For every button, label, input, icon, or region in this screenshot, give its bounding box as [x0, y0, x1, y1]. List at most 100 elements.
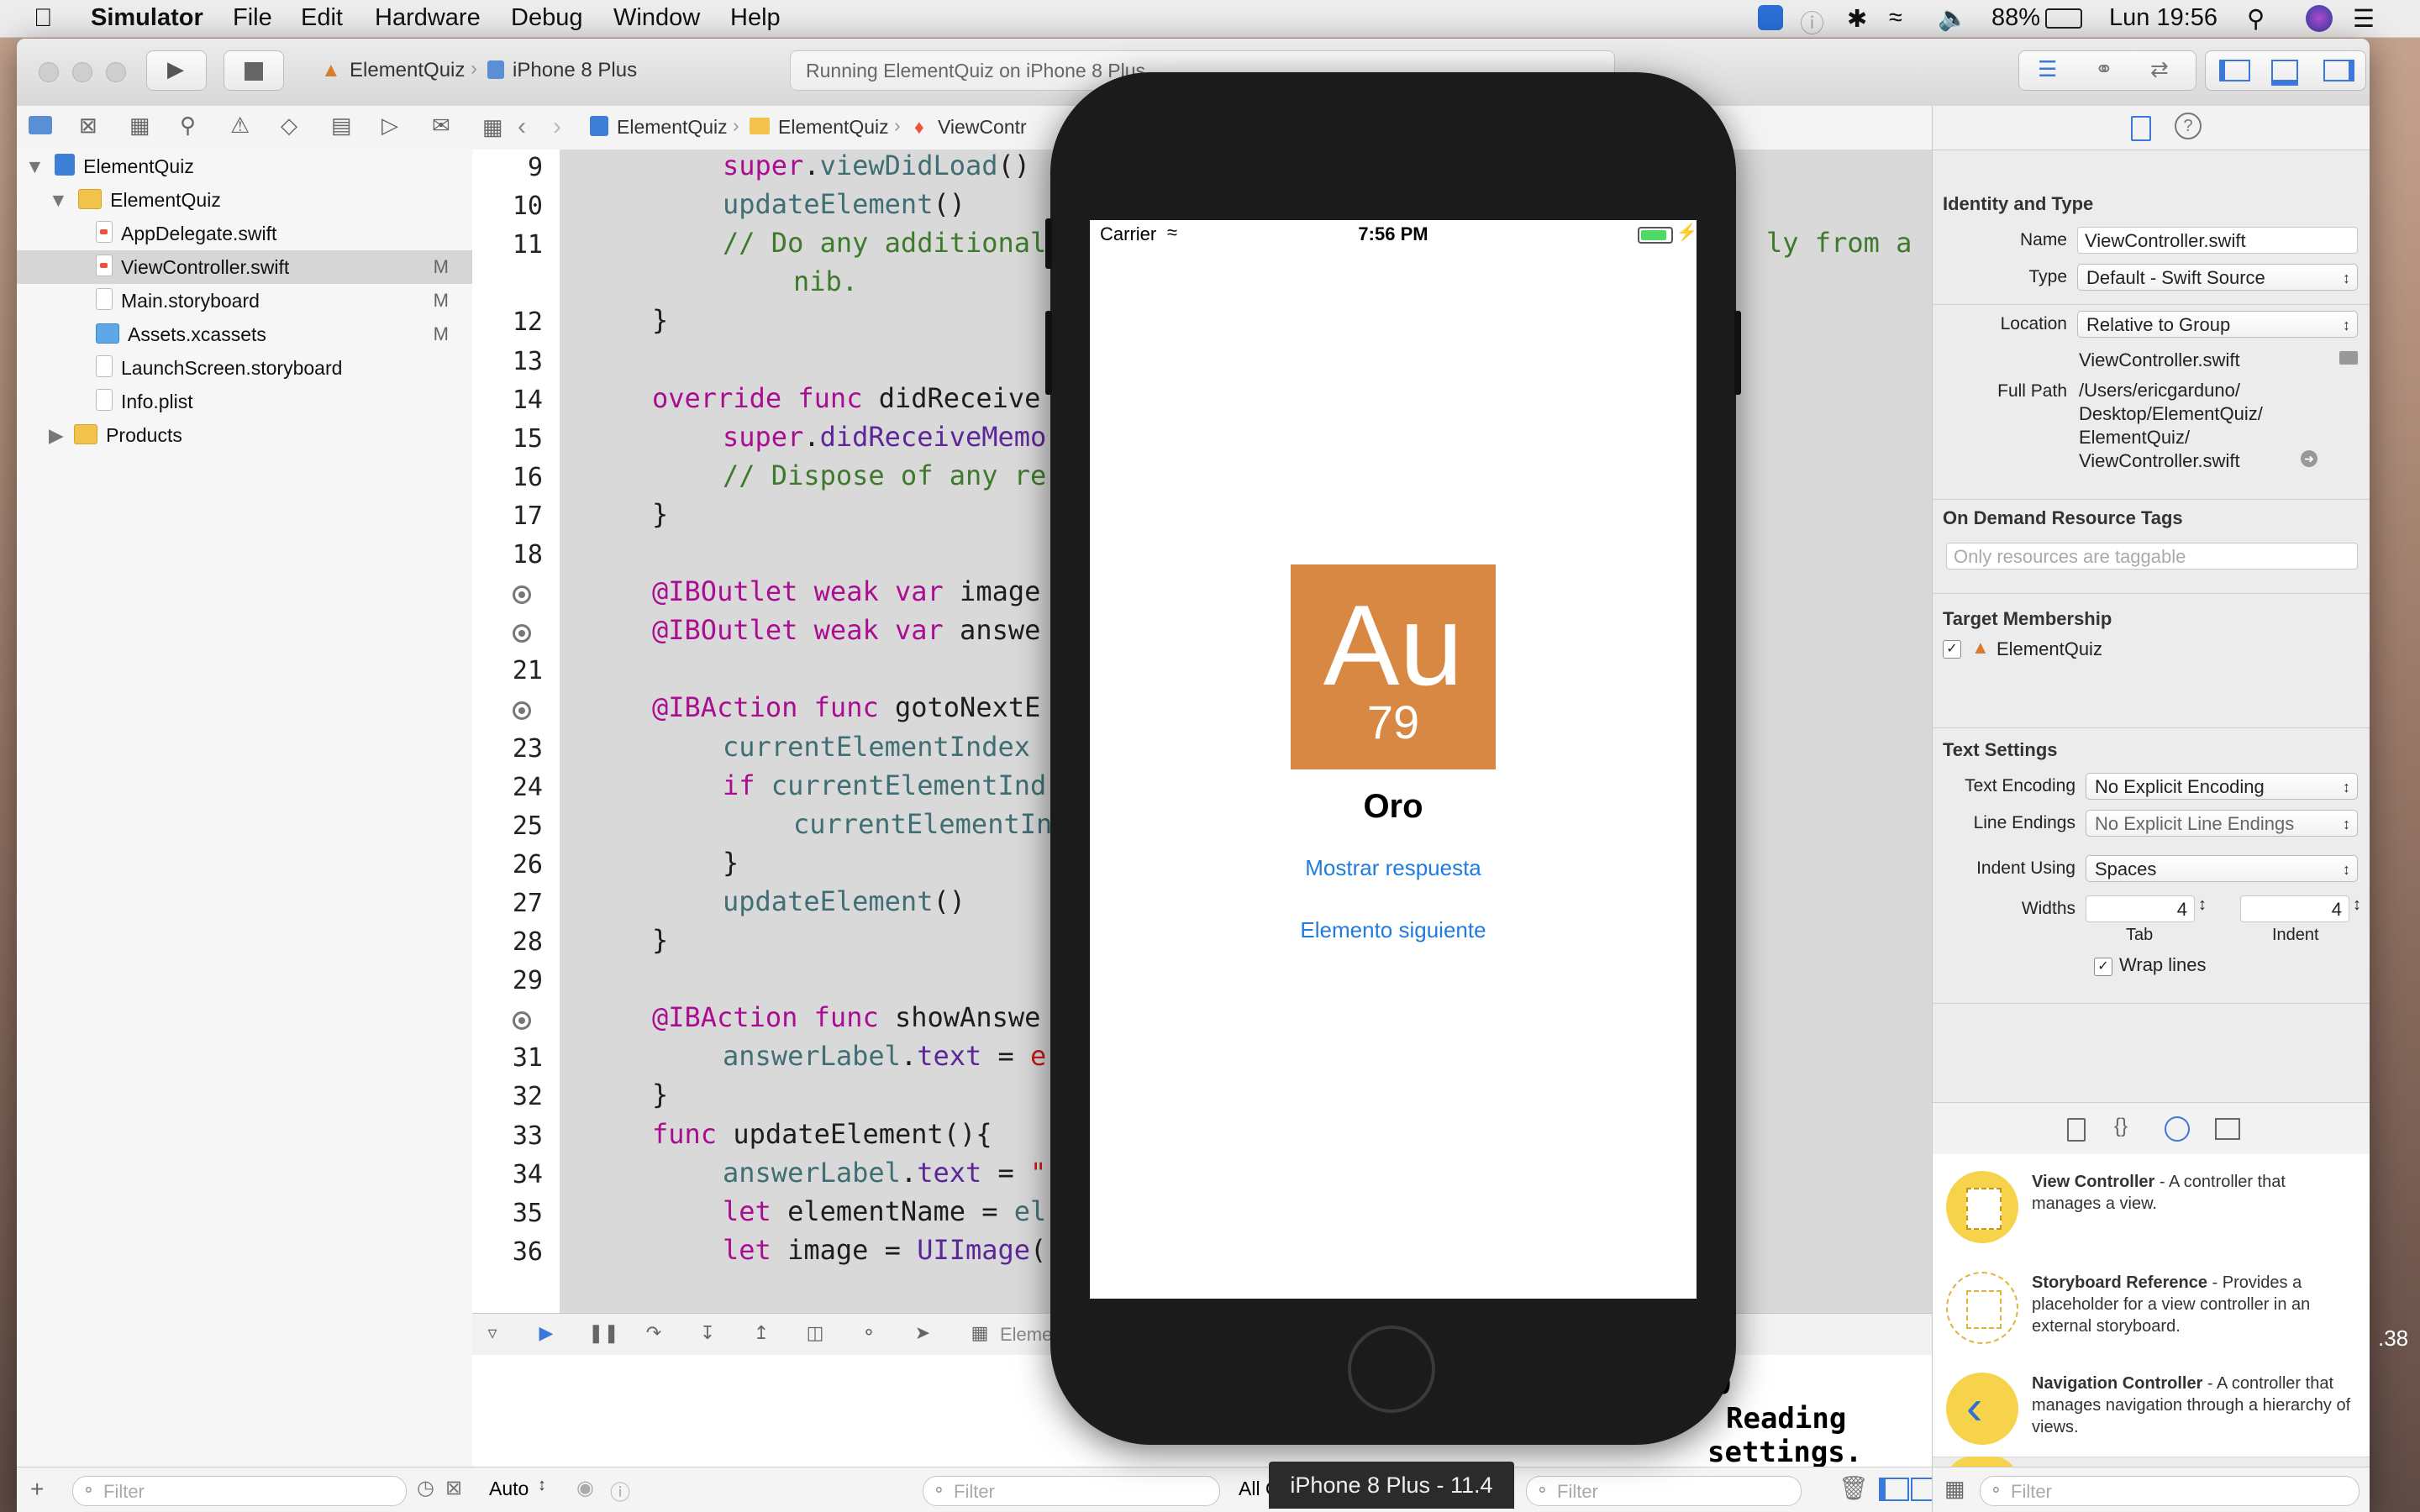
code-line[interactable]: let elementName = el: [723, 1195, 1046, 1227]
standard-editor-icon[interactable]: ☰: [2038, 56, 2057, 82]
target-checkbox[interactable]: ✓: [1943, 640, 1961, 659]
code-line[interactable]: let image = UIImage(: [723, 1234, 1046, 1266]
search-icon[interactable]: ⚲: [180, 113, 196, 139]
navigator-filter-field[interactable]: ⚬ Filter: [72, 1476, 407, 1506]
tab-width-stepper[interactable]: ↕: [2198, 895, 2207, 915]
issue-navigator-icon[interactable]: ⚠: [230, 113, 250, 139]
back-icon[interactable]: ‹: [518, 113, 526, 141]
report-navigator-icon[interactable]: ✉: [432, 113, 450, 139]
scheme-device[interactable]: iPhone 8 Plus: [513, 59, 637, 82]
menu-window[interactable]: Window: [613, 4, 700, 32]
recent-files-icon[interactable]: ◷: [417, 1476, 434, 1500]
bluetooth-icon[interactable]: ✱: [1847, 4, 1867, 34]
disclosure-closed-icon[interactable]: ▶: [49, 424, 64, 446]
indent-using-popup[interactable]: Spaces ↕: [2086, 855, 2358, 882]
code-line[interactable]: updateElement(): [723, 885, 965, 917]
code-line[interactable]: }: [723, 847, 739, 879]
teamviewer-icon[interactable]: [1758, 5, 1783, 30]
code-line[interactable]: override func didReceive: [652, 382, 1040, 414]
debug-area-toggle-icon[interactable]: [2271, 60, 2298, 86]
media-library-icon[interactable]: [2215, 1118, 2240, 1140]
file-template-library-icon[interactable]: [2067, 1118, 2086, 1142]
connection-indicator-icon[interactable]: [513, 1011, 531, 1031]
indent-width-stepper[interactable]: ↕: [2353, 895, 2361, 915]
breakpoints-active-icon[interactable]: ▶: [534, 1322, 558, 1346]
close-window-button[interactable]: [39, 62, 59, 82]
symbol-navigator-icon[interactable]: ▦: [129, 113, 150, 139]
variables-filter-field[interactable]: ⚬ Filter: [923, 1476, 1220, 1506]
location-popup[interactable]: Relative to Group ↕: [2077, 311, 2358, 338]
breakpoint-navigator-icon[interactable]: ▷: [381, 113, 398, 139]
code-line[interactable]: currentElementIn: [793, 808, 1052, 840]
apple-menu-icon[interactable]: : [34, 4, 53, 33]
scm-filter-icon[interactable]: ⊠: [445, 1476, 462, 1500]
tree-row-group[interactable]: ▼ ElementQuiz: [49, 183, 221, 217]
memory-graph-icon[interactable]: ⚬: [857, 1322, 881, 1346]
eye-icon[interactable]: ◉: [576, 1476, 594, 1500]
disclosure-open-icon[interactable]: ▼: [49, 189, 68, 211]
menu-edit[interactable]: Edit: [301, 4, 343, 32]
tree-row-infoplist[interactable]: Info.plist: [96, 385, 193, 418]
home-button[interactable]: [1348, 1326, 1435, 1413]
code-line[interactable]: func updateElement(){: [652, 1118, 992, 1150]
add-icon[interactable]: +: [30, 1476, 44, 1503]
volume-icon[interactable]: 🔈: [1938, 4, 1968, 33]
test-navigator-icon[interactable]: ◇: [281, 113, 297, 139]
tree-row-project[interactable]: ▼ ElementQuiz: [25, 150, 194, 183]
wrap-lines-checkbox[interactable]: ✓: [2094, 958, 2112, 976]
library-filter-field[interactable]: ⚬ Filter: [1980, 1476, 2360, 1506]
disclosure-open-icon[interactable]: ▼: [25, 155, 45, 177]
editor-mode-controls[interactable]: ☰ ⚭ ⇄: [2018, 50, 2196, 91]
code-line[interactable]: }: [652, 498, 668, 530]
menubar-clock[interactable]: Lun 19:56: [2109, 4, 2217, 32]
tree-row-assets[interactable]: Assets.xcassets: [96, 318, 266, 351]
dash-icon[interactable]: ⓘ: [1800, 4, 1824, 39]
code-line[interactable]: super.viewDidLoad(): [723, 150, 1030, 181]
hide-debug-area-icon[interactable]: ▿: [481, 1322, 504, 1346]
code-line[interactable]: @IBOutlet weak var answe: [652, 614, 1040, 646]
connection-indicator-icon[interactable]: [513, 585, 531, 605]
name-field[interactable]: ViewController.swift: [2077, 227, 2358, 254]
tree-row-products[interactable]: ▶ Products: [49, 418, 182, 452]
code-line[interactable]: }: [652, 924, 668, 956]
project-navigator-icon[interactable]: [29, 116, 52, 134]
step-over-icon[interactable]: ↷: [642, 1322, 666, 1346]
code-line[interactable]: answerLabel.text = e: [723, 1040, 1046, 1072]
version-editor-icon[interactable]: ⇄: [2150, 56, 2169, 82]
show-answer-button[interactable]: Mostrar respuesta: [1090, 855, 1697, 881]
view-debugger-icon[interactable]: ◫: [803, 1322, 827, 1346]
navigator-toggle-icon[interactable]: [2219, 60, 2250, 81]
breadcrumb-file[interactable]: ViewContr: [938, 116, 1027, 139]
code-line[interactable]: super.didReceiveMemo: [723, 421, 1046, 453]
source-control-navigator-icon[interactable]: ⊠: [79, 113, 97, 139]
step-into-icon[interactable]: ↧: [696, 1322, 719, 1346]
tree-row-appdelegate[interactable]: AppDelegate.swift: [96, 217, 276, 250]
text-encoding-popup[interactable]: No Explicit Encoding ↕: [2086, 773, 2358, 800]
code-line[interactable]: @IBOutlet weak var image: [652, 575, 1040, 607]
step-out-icon[interactable]: ↥: [750, 1322, 773, 1346]
menu-file[interactable]: File: [233, 4, 272, 32]
tree-row-launchscreen[interactable]: LaunchScreen.storyboard: [96, 351, 342, 385]
battery-icon[interactable]: [2045, 8, 2082, 29]
folder-icon[interactable]: [2339, 351, 2358, 365]
code-line[interactable]: if currentElementInd: [723, 769, 1046, 801]
spotlight-icon[interactable]: ⚲: [2247, 4, 2265, 34]
show-variables-icon[interactable]: [1879, 1478, 1909, 1501]
code-line[interactable]: // Dispose of any re: [723, 459, 1046, 491]
stop-button[interactable]: [224, 50, 284, 91]
run-button[interactable]: ▶: [146, 50, 207, 91]
code-line[interactable]: }: [652, 304, 668, 336]
panel-toggle-controls[interactable]: [2205, 50, 2366, 91]
type-popup[interactable]: Default - Swift Source ↕: [2077, 264, 2358, 291]
minimize-window-button[interactable]: [72, 62, 92, 82]
console-filter-field[interactable]: ⚬ Filter: [1526, 1476, 1802, 1506]
indent-width-field[interactable]: 4: [2240, 895, 2349, 922]
library-item-storyboard-reference[interactable]: Storyboard Reference - Provides a placeh…: [1933, 1255, 2370, 1357]
line-number-gutter[interactable]: 9 10 11 12 13 14 15 16 17 18 21 23 24 25 26 27 28 29 31 32 3…: [472, 150, 560, 1313]
tree-row-viewcontroller[interactable]: ViewController.swift: [96, 250, 289, 284]
library-item-navigation-controller[interactable]: ‹ Navigation Controller - A controller t…: [1933, 1356, 2370, 1457]
code-line[interactable]: // Do any additional: [723, 227, 1046, 259]
connection-indicator-icon[interactable]: [513, 624, 531, 643]
menu-debug[interactable]: Debug: [511, 4, 582, 32]
menu-help[interactable]: Help: [730, 4, 781, 32]
